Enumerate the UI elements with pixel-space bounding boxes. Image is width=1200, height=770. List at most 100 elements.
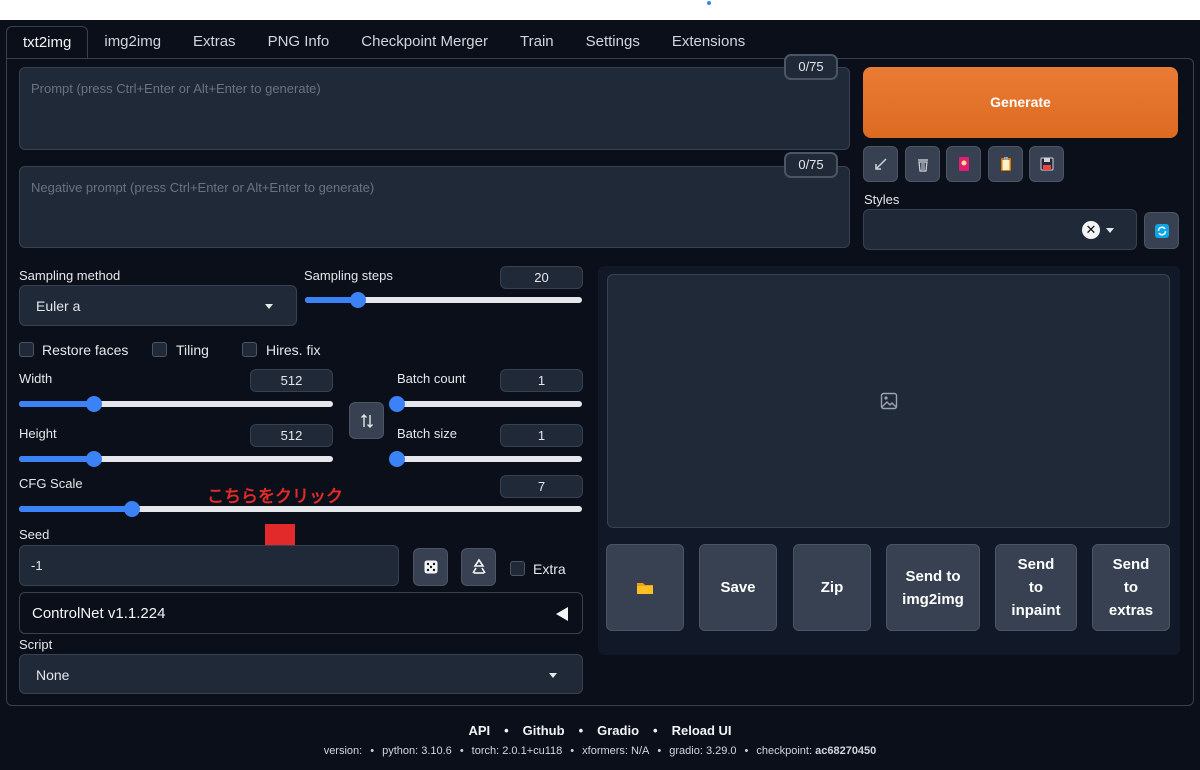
zip-button[interactable]: Zip <box>793 544 871 631</box>
footer-link-api[interactable]: API <box>468 723 490 738</box>
clear-styles-icon[interactable]: ✕ <box>1082 221 1100 239</box>
script-dropdown[interactable]: None <box>19 654 583 694</box>
random-seed-button[interactable] <box>413 548 448 586</box>
sampling-steps-input[interactable]: 20 <box>500 266 583 289</box>
output-gallery[interactable] <box>607 274 1170 528</box>
send-to-extras-button[interactable]: Send to extras <box>1092 544 1170 631</box>
tab-extras[interactable]: Extras <box>177 26 252 58</box>
reuse-seed-button[interactable] <box>461 548 496 586</box>
slider-thumb[interactable] <box>349 292 366 308</box>
chevron-down-icon <box>1106 228 1114 233</box>
send-to-extras-line3: extras <box>1108 602 1154 619</box>
slider-thumb[interactable] <box>389 451 405 467</box>
slider-thumb[interactable] <box>123 501 140 517</box>
footer-links: API • Github • Gradio • Reload UI <box>468 723 732 738</box>
gradio-version: gradio: 3.29.0 <box>669 745 737 757</box>
seed-value: -1 <box>31 558 43 573</box>
batch-count-slider[interactable] <box>389 396 582 412</box>
swap-dimensions-button[interactable] <box>349 402 384 439</box>
slider-fill <box>19 401 95 407</box>
restore-faces-label: Restore faces <box>42 342 129 358</box>
send-to-extras-line1: Send <box>1112 556 1150 573</box>
browser-top-strip <box>0 0 1200 20</box>
controlnet-accordion[interactable]: ControlNet v1.1.224 <box>19 592 583 634</box>
triangle-left-icon <box>556 607 568 621</box>
torch-version: torch: 2.0.1+cu118 <box>471 745 563 757</box>
dice-icon <box>424 560 437 574</box>
footer-link-reload-ui[interactable]: Reload UI <box>672 723 732 738</box>
hires-fix-checkbox[interactable] <box>242 342 257 357</box>
negative-prompt-token-counter: 0/75 <box>784 152 838 178</box>
tab-txt2img[interactable]: txt2img <box>6 26 89 59</box>
height-input[interactable]: 512 <box>250 424 333 447</box>
open-folder-button[interactable] <box>606 544 684 631</box>
send-to-inpaint-line1: Send <box>1017 556 1055 573</box>
send-to-inpaint-line3: inpaint <box>1011 602 1061 619</box>
recycle-icon <box>471 558 486 574</box>
save-style-button[interactable] <box>1029 146 1064 182</box>
send-to-img2img-button[interactable]: Send to img2img <box>886 544 980 631</box>
refresh-styles-button[interactable] <box>1144 212 1179 249</box>
prompt-input[interactable]: Prompt (press Ctrl+Enter or Alt+Enter to… <box>19 67 850 150</box>
tab-img2img[interactable]: img2img <box>88 26 177 58</box>
clipboard-icon <box>1000 157 1011 171</box>
slider-thumb[interactable] <box>389 396 405 412</box>
footer-link-gradio[interactable]: Gradio <box>597 723 639 738</box>
script-label: Script <box>19 637 53 652</box>
batch-size-slider[interactable] <box>389 451 582 467</box>
refresh-icon <box>1154 223 1169 238</box>
styles-dropdown[interactable]: ✕ <box>863 209 1137 250</box>
sampling-steps-slider[interactable] <box>305 292 582 308</box>
checkpoint-label: checkpoint: <box>756 745 813 757</box>
restore-faces-checkbox[interactable] <box>19 342 34 357</box>
footer-link-github[interactable]: Github <box>523 723 565 738</box>
arrow-icon <box>874 158 887 170</box>
batch-count-input[interactable]: 1 <box>500 369 583 392</box>
send-to-extras-line2: to <box>1123 579 1139 596</box>
picture-card-icon <box>958 157 969 171</box>
sampling-steps-label: Sampling steps <box>304 268 393 283</box>
negative-prompt-input[interactable]: Negative prompt (press Ctrl+Enter or Alt… <box>19 166 850 248</box>
seed-input[interactable]: -1 <box>19 545 399 586</box>
annotation-click-here: こちらをクリック <box>207 487 343 506</box>
controlnet-title: ControlNet v1.1.224 <box>32 605 166 622</box>
tab-extensions[interactable]: Extensions <box>656 26 761 58</box>
sampling-method-dropdown[interactable]: Euler a <box>19 285 297 326</box>
image-placeholder-icon <box>880 392 898 410</box>
tiling-label: Tiling <box>176 342 209 358</box>
slider-fill <box>19 506 132 512</box>
extra-seed-checkbox[interactable] <box>510 561 525 576</box>
send-to-img2img-line2: img2img <box>902 590 964 608</box>
loading-dot <box>707 1 711 5</box>
read-params-button[interactable] <box>863 146 898 182</box>
prompt-token-counter: 0/75 <box>784 54 838 80</box>
xformers-version: xformers: N/A <box>582 745 650 757</box>
batch-size-input[interactable]: 1 <box>500 424 583 447</box>
cfg-scale-input[interactable]: 7 <box>500 475 583 498</box>
checkpoint-value[interactable]: ac68270450 <box>815 745 876 757</box>
hires-fix-label: Hires. fix <box>266 342 321 358</box>
tab-bar: txt2img img2img Extras PNG Info Checkpoi… <box>6 26 761 60</box>
tab-checkpoint-merger[interactable]: Checkpoint Merger <box>345 26 504 58</box>
tiling-checkbox[interactable] <box>152 342 167 357</box>
send-to-inpaint-line2: to <box>1028 579 1044 596</box>
send-to-inpaint-button[interactable]: Send to inpaint <box>995 544 1077 631</box>
tab-train[interactable]: Train <box>504 26 570 58</box>
clear-prompt-button[interactable] <box>905 146 940 182</box>
save-button[interactable]: Save <box>699 544 777 631</box>
generate-button[interactable]: Generate <box>863 67 1178 138</box>
chevron-down-icon <box>549 673 557 678</box>
floppy-save-icon <box>1040 157 1053 171</box>
width-input[interactable]: 512 <box>250 369 333 392</box>
height-slider[interactable] <box>19 451 333 467</box>
width-slider[interactable] <box>19 396 333 412</box>
swap-icon <box>360 413 373 428</box>
tab-settings[interactable]: Settings <box>570 26 656 58</box>
styles-label: Styles <box>864 192 900 207</box>
height-label: Height <box>19 426 57 441</box>
show-extra-networks-button[interactable] <box>946 146 981 182</box>
folder-icon <box>637 582 653 594</box>
apply-style-button[interactable] <box>988 146 1023 182</box>
send-to-img2img-line1: Send to <box>905 567 961 585</box>
tab-png-info[interactable]: PNG Info <box>252 26 346 58</box>
